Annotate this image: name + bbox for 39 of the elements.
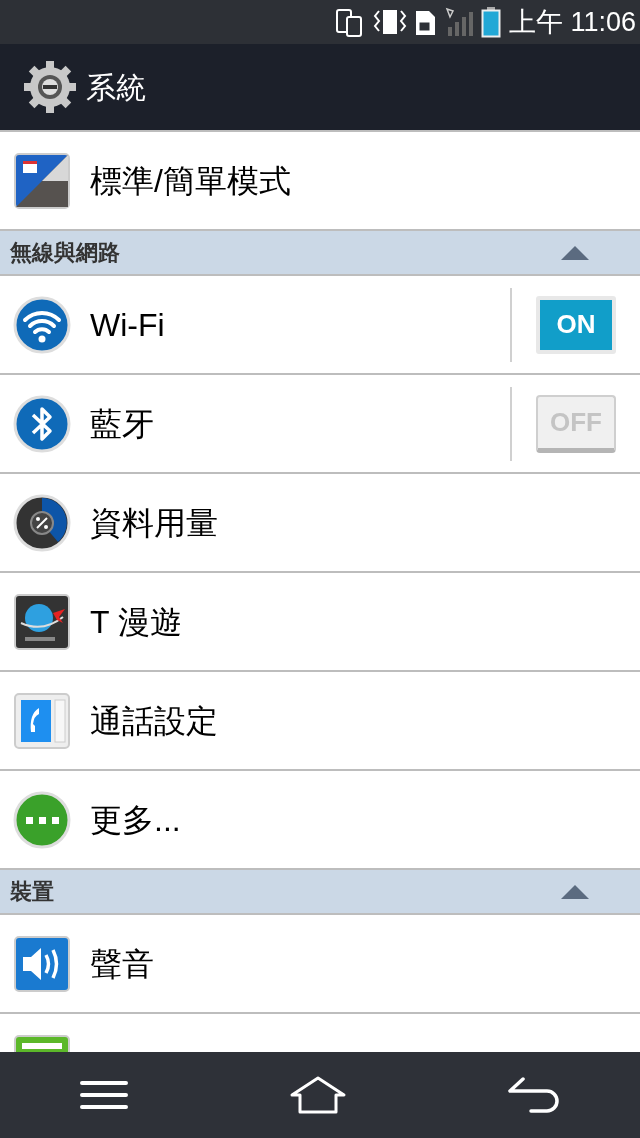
row-label: 通話設定 — [90, 701, 219, 741]
screen-title: 系統 — [86, 69, 146, 106]
settings-row[interactable]: 通話設定 — [0, 672, 640, 769]
speaker-icon — [13, 934, 71, 993]
settings-row[interactable]: 更多... — [0, 771, 640, 868]
mode-icon — [13, 151, 71, 210]
phone-icon — [13, 691, 71, 750]
battery-icon — [480, 6, 501, 38]
data-usage-icon — [13, 493, 71, 552]
wifi-icon — [13, 295, 71, 354]
more-icon — [13, 790, 71, 849]
bluetooth-icon — [13, 394, 71, 453]
home-icon[interactable] — [288, 1075, 348, 1115]
row-label: T 漫遊 — [90, 602, 183, 642]
settings-row[interactable]: 標準/簡單模式 — [0, 132, 640, 229]
device-connection-icon — [334, 7, 365, 37]
row-label: 藍牙 — [90, 404, 155, 444]
settings-row[interactable]: Wi-Fi ON — [0, 276, 640, 373]
row-label: 標準/簡單模式 — [90, 161, 292, 201]
row-label: 更多... — [90, 800, 182, 840]
clock-time: 上午 11:06 — [508, 8, 636, 36]
collapse-icon[interactable] — [560, 244, 590, 261]
row-label: Wi-Fi — [90, 305, 166, 345]
back-icon[interactable] — [506, 1075, 561, 1115]
settings-row[interactable]: T 漫遊 — [0, 573, 640, 670]
signal-icon — [444, 7, 473, 37]
row-label: 資料用量 — [90, 503, 219, 543]
section-title: 裝置 — [10, 878, 54, 906]
section-header[interactable]: 無線與網路 — [0, 231, 640, 274]
collapse-icon[interactable] — [560, 883, 590, 900]
settings-icon — [22, 59, 78, 115]
vibrate-icon — [372, 7, 407, 37]
section-title: 無線與網路 — [10, 239, 120, 267]
globe-plane-icon — [13, 592, 71, 651]
menu-icon[interactable] — [79, 1079, 130, 1111]
settings-row[interactable]: 資料用量 — [0, 474, 640, 571]
row-label: 聲音 — [90, 944, 155, 984]
settings-row[interactable]: 聲音 — [0, 915, 640, 1012]
section-header[interactable]: 裝置 — [0, 870, 640, 913]
